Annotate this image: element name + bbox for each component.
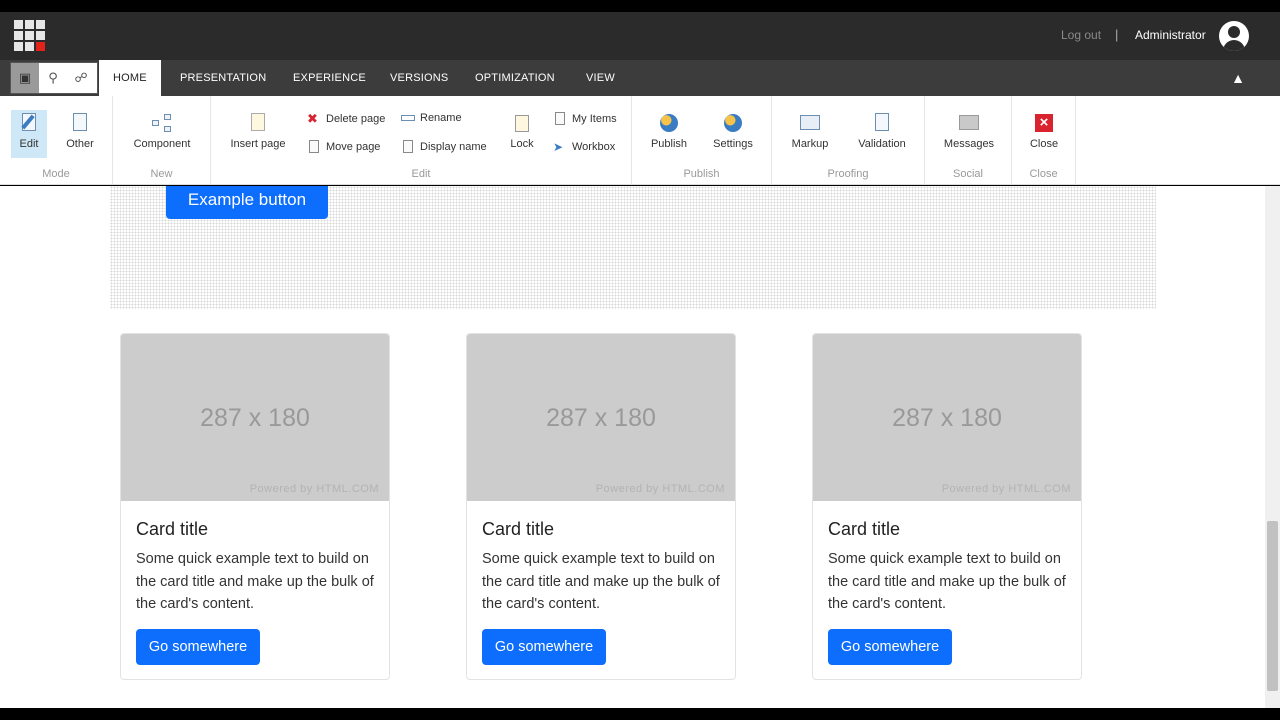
edit-mode-button[interactable]: Edit: [11, 110, 47, 158]
card-image: 287 x 180 Powered by HTML.COM: [467, 334, 735, 501]
search-icon[interactable]: ⚲: [39, 63, 67, 93]
group-label: Mode: [42, 168, 70, 180]
display-name-button[interactable]: Display name: [401, 140, 487, 154]
top-bar: Log out | Administrator: [0, 12, 1280, 60]
publish-globe-icon: [658, 112, 680, 134]
page-scrollbar[interactable]: [1265, 186, 1280, 708]
image-size-text: 287 x 180: [546, 404, 656, 432]
move-page-icon: [307, 140, 321, 154]
markup-button[interactable]: Markup: [788, 112, 832, 150]
edit-icon: [18, 112, 40, 134]
my-items-button[interactable]: My Items: [553, 112, 617, 126]
user-avatar-icon[interactable]: [1219, 21, 1249, 51]
user-name[interactable]: Administrator: [1135, 28, 1206, 42]
card-title: Card title: [482, 519, 555, 539]
navigation-tree-icon[interactable]: ☍: [67, 63, 95, 93]
card-title: Card title: [828, 519, 901, 539]
tab-home[interactable]: HOME: [99, 60, 161, 96]
component-icon: [151, 112, 173, 134]
ribbon-group-edit: Insert page ✖ Delete page Move page Rena…: [211, 96, 632, 185]
settings-button[interactable]: Settings: [710, 112, 756, 150]
ribbon: Edit Other Mode Component New Insert pag…: [0, 96, 1280, 185]
image-size-text: 287 x 180: [892, 404, 1002, 432]
card-text: Some quick example text to build on the …: [828, 551, 1066, 612]
move-page-button[interactable]: Move page: [307, 140, 380, 154]
lock-button[interactable]: Lock: [507, 112, 537, 150]
go-somewhere-button[interactable]: Go somewhere: [828, 629, 952, 665]
insert-page-button[interactable]: Insert page: [227, 112, 289, 150]
scrollbar-thumb[interactable]: [1267, 521, 1278, 691]
markup-icon: [799, 112, 821, 134]
example-button[interactable]: Example button: [166, 186, 328, 219]
delete-icon: ✖: [307, 111, 318, 126]
lock-icon: [511, 112, 533, 134]
group-label: Publish: [683, 168, 720, 180]
letterbox-top: [0, 0, 1280, 12]
card: 287 x 180 Powered by HTML.COM Card title…: [120, 333, 390, 680]
ribbon-group-proofing: Markup Validation Proofing: [772, 96, 925, 185]
collapse-ribbon-icon[interactable]: ▲: [1230, 70, 1246, 86]
close-icon: ×: [1033, 112, 1055, 134]
ribbon-group-close: × Close Close: [1012, 96, 1076, 185]
rename-button[interactable]: Rename: [401, 112, 462, 124]
card-text: Some quick example text to build on the …: [136, 551, 374, 612]
image-credit: Powered by HTML.COM: [941, 483, 1071, 495]
card-image: 287 x 180 Powered by HTML.COM: [121, 334, 389, 501]
group-label: Close: [1029, 168, 1058, 180]
tab-versions[interactable]: VERSIONS: [390, 60, 448, 96]
card: 287 x 180 Powered by HTML.COM Card title…: [466, 333, 736, 680]
tab-experience[interactable]: EXPERIENCE: [293, 60, 366, 96]
newspaper-icon: [958, 112, 980, 134]
group-label: Proofing: [827, 168, 869, 180]
group-label: New: [150, 168, 173, 180]
ribbon-group-publish: Publish Settings Publish: [632, 96, 772, 185]
ribbon-tab-bar: ▣ ⚲ ☍ HOME PRESENTATION EXPERIENCE VERSI…: [0, 60, 1280, 96]
validation-button[interactable]: Validation: [854, 112, 910, 150]
group-label: Edit: [411, 168, 431, 180]
go-somewhere-button[interactable]: Go somewhere: [136, 629, 260, 665]
validation-icon: [871, 112, 893, 134]
app-logo-icon[interactable]: [14, 20, 45, 51]
tab-view[interactable]: VIEW: [586, 60, 615, 96]
tab-optimization[interactable]: OPTIMIZATION: [475, 60, 555, 96]
other-mode-button[interactable]: Other: [62, 112, 98, 150]
rename-icon: [401, 115, 415, 121]
image-credit: Powered by HTML.COM: [249, 483, 379, 495]
image-size-text: 287 x 180: [200, 404, 310, 432]
quick-access-toolbar: ▣ ⚲ ☍: [10, 62, 98, 94]
display-name-icon: [401, 140, 415, 154]
ribbon-group-mode: Edit Other Mode: [0, 96, 113, 185]
image-credit: Powered by HTML.COM: [595, 483, 725, 495]
insert-page-icon: [247, 112, 269, 134]
logout-link[interactable]: Log out: [1061, 28, 1101, 42]
messages-button[interactable]: Messages: [941, 112, 997, 150]
delete-page-button[interactable]: ✖ Delete page: [307, 112, 385, 126]
tab-presentation[interactable]: PRESENTATION: [180, 60, 266, 96]
group-label: Social: [953, 168, 983, 180]
header-separator: |: [1115, 27, 1119, 42]
component-button[interactable]: Component: [127, 112, 197, 150]
close-button[interactable]: × Close: [1028, 112, 1060, 150]
settings-globe-icon: [722, 112, 744, 134]
publish-button[interactable]: Publish: [648, 112, 690, 150]
ribbon-group-social: Messages Social: [925, 96, 1012, 185]
card-text: Some quick example text to build on the …: [482, 551, 720, 612]
card-title: Card title: [136, 519, 209, 539]
save-icon[interactable]: ▣: [11, 63, 39, 93]
my-items-icon: [553, 112, 567, 126]
workbox-icon: ➤: [553, 140, 564, 154]
workbox-button[interactable]: ➤ Workbox: [553, 140, 615, 154]
page-canvas: Example button 287 x 180 Powered by HTML…: [0, 186, 1265, 708]
card-image: 287 x 180 Powered by HTML.COM: [813, 334, 1081, 501]
card: 287 x 180 Powered by HTML.COM Card title…: [812, 333, 1082, 680]
go-somewhere-button[interactable]: Go somewhere: [482, 629, 606, 665]
ribbon-group-new: Component New: [113, 96, 211, 185]
page-icon: [69, 112, 91, 134]
letterbox-bottom: [0, 708, 1280, 720]
